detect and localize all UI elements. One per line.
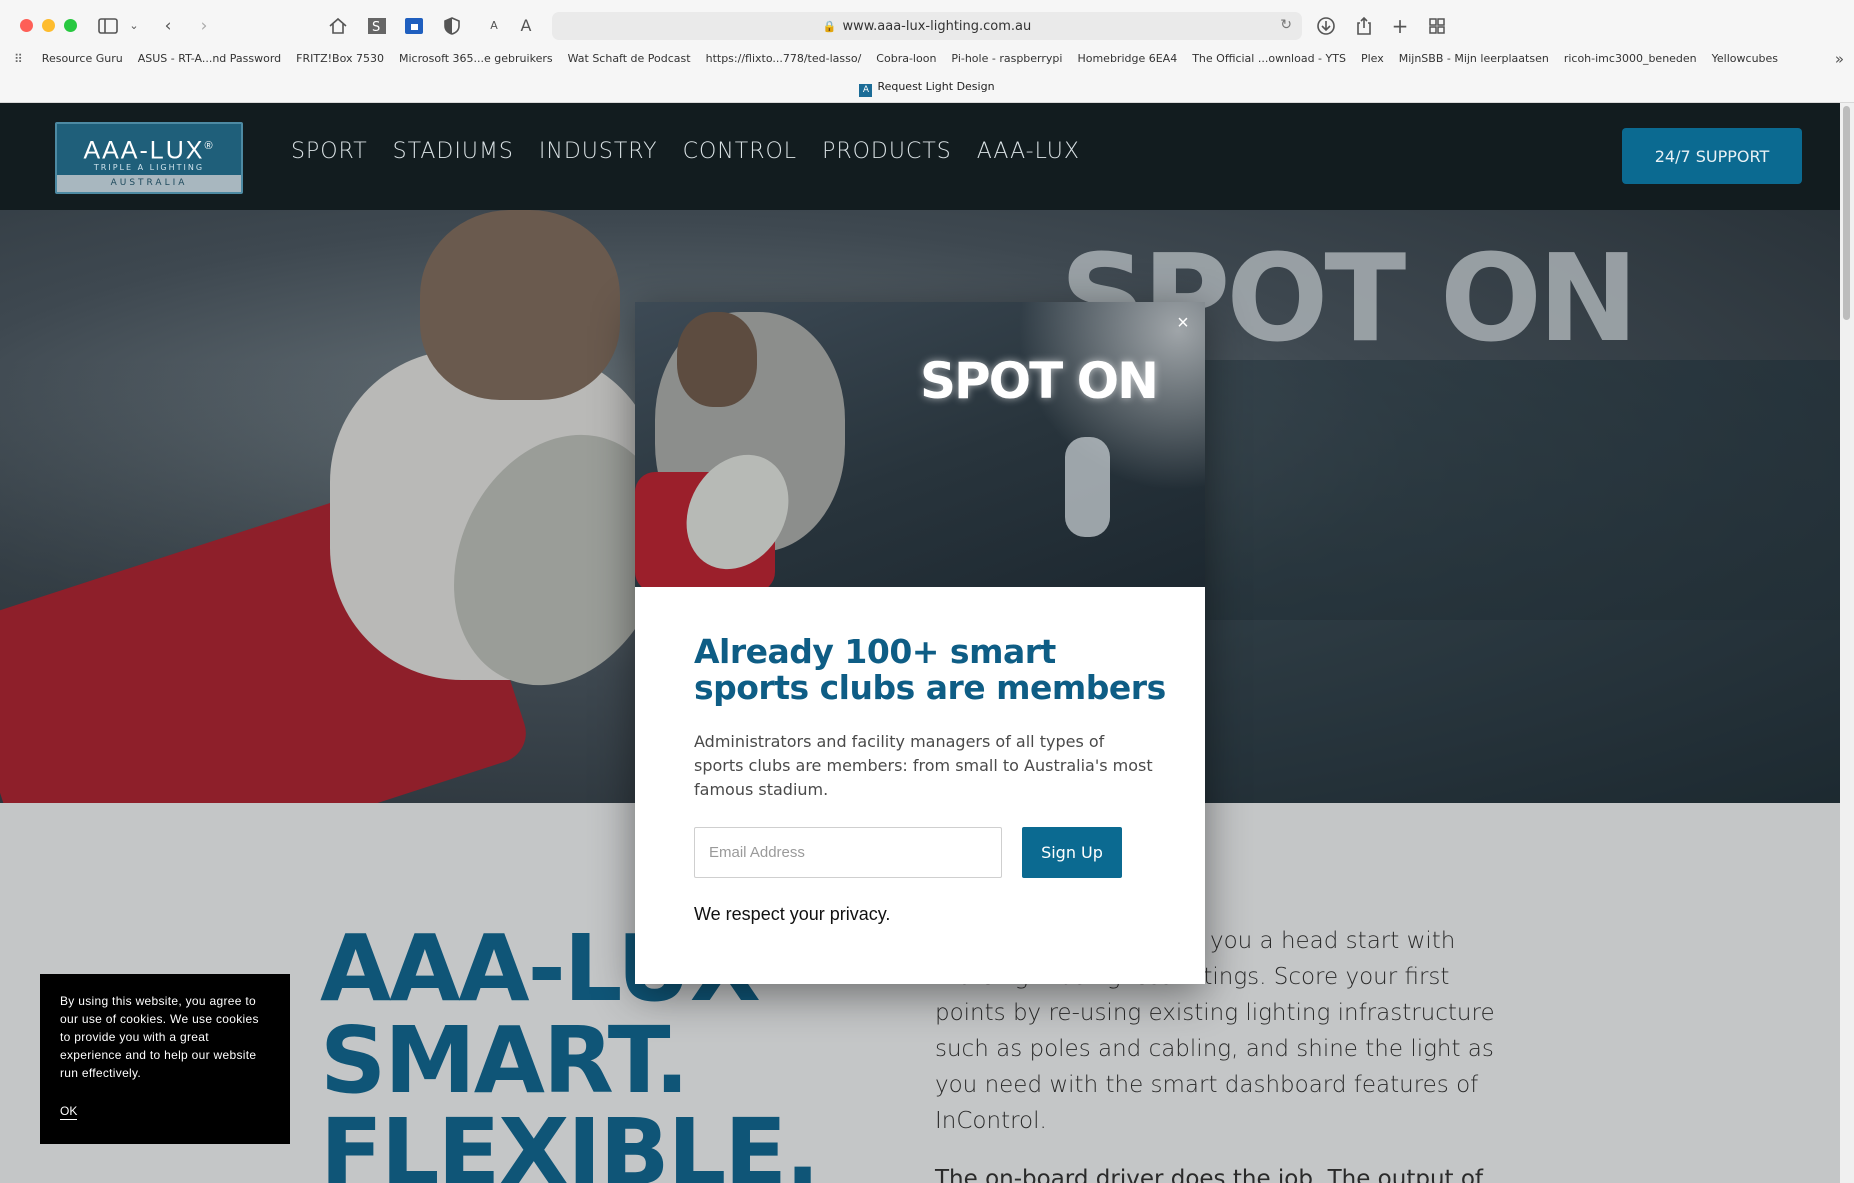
nav-control[interactable]: CONTROL xyxy=(683,139,797,164)
cookie-banner: By using this website, you agree to our … xyxy=(40,974,290,1144)
back-arrow-icon[interactable]: ‹ xyxy=(156,14,180,38)
site-logo[interactable]: AAA-LUX® TRIPLE A LIGHTING AUSTRALIA xyxy=(55,122,243,194)
email-field[interactable] xyxy=(694,827,1002,878)
modal-description: Administrators and facility managers of … xyxy=(694,732,1153,799)
bookmark-item[interactable]: Wat Schaft de Podcast xyxy=(568,52,691,66)
chevron-down-icon[interactable]: ⌄ xyxy=(122,14,146,38)
address-bar[interactable]: 🔒 www.aaa-lux-lighting.com.au ↻ xyxy=(552,12,1302,40)
bookmark-item[interactable]: Resource Guru xyxy=(42,52,123,66)
main-nav: SPORT STADIUMS INDUSTRY CONTROL PRODUCTS… xyxy=(291,139,1080,164)
favicon-icon: A xyxy=(859,84,873,97)
modal-runner xyxy=(1065,437,1110,537)
bookmark-item[interactable]: Plex xyxy=(1361,52,1384,66)
extension-s-icon[interactable]: S xyxy=(365,14,389,38)
url-text: www.aaa-lux-lighting.com.au xyxy=(842,18,1032,34)
bookmark-item[interactable]: Microsoft 365...e gebruikers xyxy=(399,52,553,66)
close-window-button[interactable] xyxy=(20,19,33,32)
zoom-window-button[interactable] xyxy=(64,19,77,32)
tab-title-text: Request Light Design xyxy=(877,80,995,93)
bookmark-item[interactable]: The Official ...ownload - YTS xyxy=(1192,52,1346,66)
bookmark-item[interactable]: FRITZ!Box 7530 xyxy=(296,52,384,66)
bookmark-item[interactable]: ricoh-imc3000_beneden xyxy=(1564,52,1697,66)
bookmark-item[interactable]: Pi-hole - raspberrypi xyxy=(951,52,1062,66)
bookmark-item[interactable]: Cobra-loon xyxy=(876,52,936,66)
reload-icon[interactable]: ↻ xyxy=(1280,17,1292,33)
logo-region: AUSTRALIA xyxy=(57,175,241,192)
content-title-line: SMART. xyxy=(320,1007,689,1114)
privacy-note: We respect your privacy. xyxy=(694,904,891,924)
hero-stadium-overlay xyxy=(1180,360,1840,803)
privacy-shield-icon[interactable] xyxy=(440,14,464,38)
signup-modal: SPOT ON × Already 100+ smart sports club… xyxy=(635,302,1205,984)
tab-overview-icon[interactable] xyxy=(1425,14,1449,38)
support-button[interactable]: 24/7 SUPPORT xyxy=(1622,128,1802,184)
chevron-double-right-icon[interactable]: » xyxy=(1835,50,1844,68)
site-header: AAA-LUX® TRIPLE A LIGHTING AUSTRALIA SPO… xyxy=(0,103,1840,210)
share-icon[interactable] xyxy=(1352,14,1376,38)
downloads-icon[interactable] xyxy=(1314,14,1338,38)
bookmarks-bar: ⠿ Resource Guru ASUS - RT-A...nd Passwor… xyxy=(14,52,1814,66)
sidebar-icon[interactable] xyxy=(96,14,120,38)
nav-products[interactable]: PRODUCTS xyxy=(822,139,952,164)
page-scrollbar-thumb[interactable] xyxy=(1843,106,1850,320)
bookmark-item[interactable]: MijnSBB - Mijn leerplaatsen xyxy=(1399,52,1549,66)
hero-player-head xyxy=(420,210,620,400)
bookmark-item[interactable]: Yellowcubes xyxy=(1712,52,1778,66)
home-icon[interactable] xyxy=(326,14,350,38)
sign-up-button[interactable]: Sign Up xyxy=(1022,827,1122,878)
lock-icon: 🔒 xyxy=(822,19,837,33)
browser-chrome: ⌄ ‹ › S A A 🔒 www.aaa-lux-lighting.com.a… xyxy=(0,0,1854,103)
cookie-text: By using this website, you agree to our … xyxy=(60,994,259,1080)
nav-aaa-lux[interactable]: AAA-LUX xyxy=(977,139,1080,164)
modal-image-headline: SPOT ON xyxy=(920,352,1159,410)
content-paragraph: The on-board driver does the job. The ou… xyxy=(935,1166,1484,1183)
close-icon[interactable]: × xyxy=(1173,313,1193,333)
apps-grid-icon[interactable]: ⠿ xyxy=(14,52,23,66)
bookmark-item[interactable]: ASUS - RT-A...nd Password xyxy=(138,52,281,66)
logo-tagline: TRIPLE A LIGHTING xyxy=(93,163,205,173)
cookie-ok-button[interactable]: OK xyxy=(60,1104,78,1120)
bookmark-item[interactable]: Homebridge 6EA4 xyxy=(1077,52,1177,66)
minimize-window-button[interactable] xyxy=(42,19,55,32)
tab-title[interactable]: A Request Light Design xyxy=(0,80,1854,97)
content-title-line: FLEXIBLE. xyxy=(320,1099,820,1183)
logo-name: AAA-LUX® xyxy=(83,136,215,165)
modal-banner-image: SPOT ON xyxy=(635,302,1205,587)
window-controls xyxy=(20,19,77,32)
text-smaller-icon[interactable]: A xyxy=(482,14,506,38)
bookmark-item[interactable]: https://flixto...778/ted-lasso/ xyxy=(706,52,862,66)
modal-heading: Already 100+ smart sports clubs are memb… xyxy=(694,632,1166,707)
forward-arrow-icon[interactable]: › xyxy=(192,14,216,38)
nav-stadiums[interactable]: STADIUMS xyxy=(393,139,514,164)
text-larger-icon[interactable]: A xyxy=(514,14,538,38)
nav-sport[interactable]: SPORT xyxy=(291,139,368,164)
new-tab-icon[interactable]: + xyxy=(1388,14,1412,38)
extension-lock-icon[interactable] xyxy=(402,14,426,38)
nav-industry[interactable]: INDUSTRY xyxy=(539,139,658,164)
modal-player-head xyxy=(677,312,757,407)
svg-text:S: S xyxy=(372,20,380,35)
